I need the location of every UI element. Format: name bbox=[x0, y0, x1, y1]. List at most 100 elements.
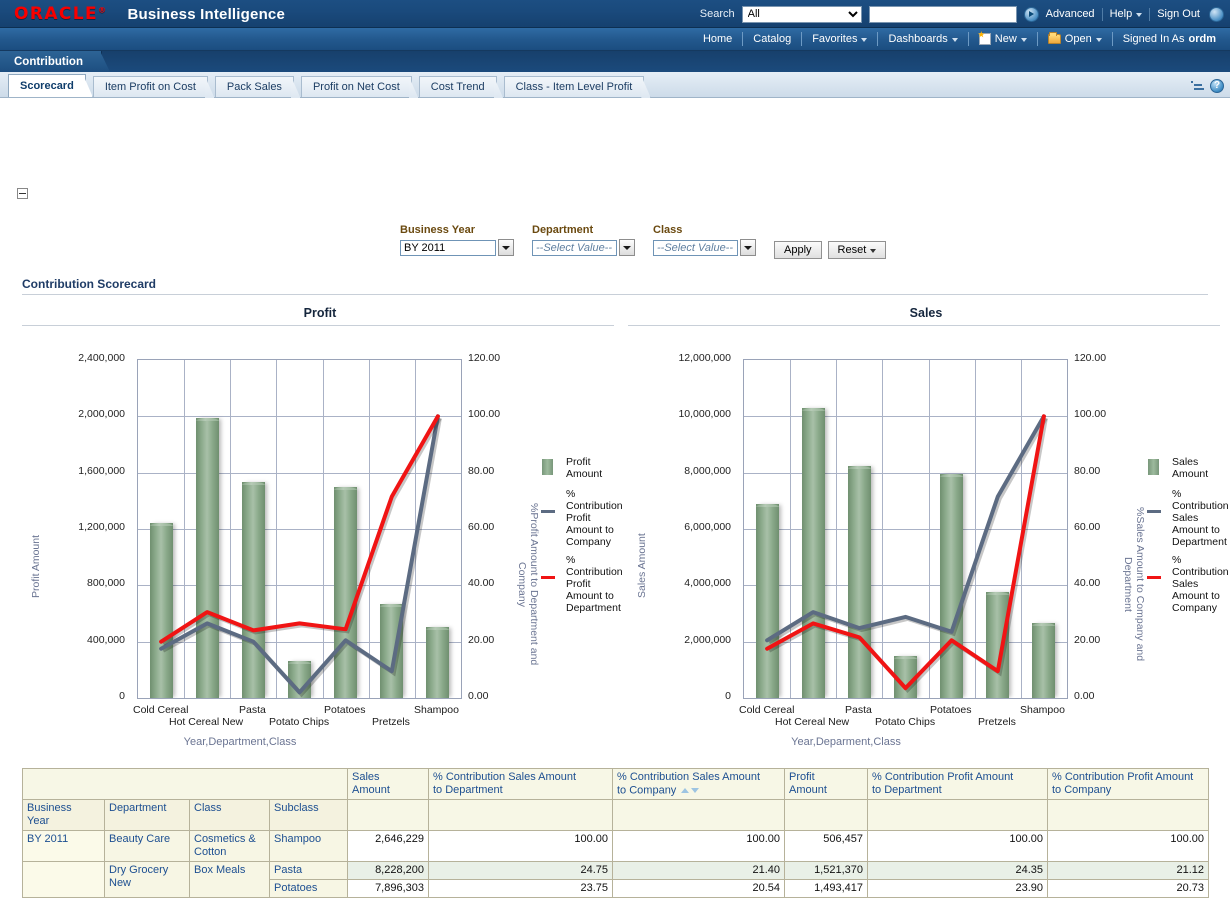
column-header-subclass[interactable]: Subclass bbox=[270, 800, 348, 831]
tab-cost-trend[interactable]: Cost Trend bbox=[419, 76, 497, 97]
cell-pct-profit-to-department: 100.00 bbox=[868, 831, 1048, 862]
nav-catalog-label: Catalog bbox=[753, 33, 791, 45]
cell-subclass[interactable]: Potatoes bbox=[270, 880, 348, 898]
reset-button[interactable]: Reset bbox=[828, 241, 887, 259]
y2-axis-tick: 0.00 bbox=[1074, 690, 1094, 702]
department-input[interactable]: --Select Value-- bbox=[532, 240, 617, 256]
y-axis-tick: 800,000 bbox=[22, 577, 125, 589]
page-options-icon[interactable] bbox=[1191, 80, 1205, 92]
cell-class[interactable]: Box Meals bbox=[190, 862, 270, 898]
x-axis-labels: Cold CerealHot Cereal NewPastaPotato Chi… bbox=[22, 704, 542, 738]
legend-bar-swatch bbox=[542, 459, 553, 475]
column-header-pct-profit-to-department[interactable]: % Contribution Profit Amountto Departmen… bbox=[868, 769, 1048, 800]
help-icon[interactable]: ? bbox=[1210, 79, 1224, 93]
sign-out-link[interactable]: Sign Out bbox=[1157, 8, 1200, 20]
chart-line[interactable] bbox=[767, 416, 1044, 688]
cell-profit-amount: 1,493,417 bbox=[785, 880, 868, 898]
column-header-pct-sales-to-company[interactable]: % Contribution Sales Amountto Company bbox=[613, 769, 785, 800]
column-header-sales-amount[interactable]: SalesAmount bbox=[348, 769, 429, 800]
tab-label: Item Profit on Cost bbox=[105, 81, 196, 93]
legend-label: % Contribution Profit Amount to Departme… bbox=[566, 554, 623, 614]
cell-department[interactable]: Beauty Care bbox=[105, 831, 190, 862]
folder-icon bbox=[1048, 34, 1061, 44]
help-menu[interactable]: Help bbox=[1110, 8, 1143, 20]
nav-catalog[interactable]: Catalog bbox=[743, 28, 801, 51]
nav-favorites[interactable]: Favorites bbox=[802, 28, 877, 51]
tab-label: Profit on Net Cost bbox=[313, 81, 400, 93]
department-dropdown-button[interactable] bbox=[619, 239, 635, 256]
y-axis-tick: 2,000,000 bbox=[22, 408, 125, 420]
chart-line[interactable] bbox=[161, 416, 438, 692]
column-header-profit-amount[interactable]: ProfitAmount bbox=[785, 769, 868, 800]
column-header-department[interactable]: Department bbox=[105, 800, 190, 831]
y2-axis-tick: 120.00 bbox=[1074, 352, 1106, 364]
business-year-input[interactable]: BY 2011 bbox=[400, 240, 496, 256]
column-header-pct-sales-to-department[interactable]: % Contribution Sales Amountto Department bbox=[429, 769, 613, 800]
business-year-dropdown-button[interactable] bbox=[498, 239, 514, 256]
collapse-minus-icon[interactable] bbox=[17, 188, 28, 199]
signed-in-as[interactable]: Signed In As ordm bbox=[1113, 28, 1226, 51]
chart-line[interactable] bbox=[767, 416, 1044, 640]
y2-axis-tick: 40.00 bbox=[1074, 577, 1100, 589]
cell-pct-sales-to-department: 100.00 bbox=[429, 831, 613, 862]
legend-item-pct-sales-to-company[interactable]: % Contribution Sales Amount to Company bbox=[1146, 554, 1224, 614]
x-axis-tick: Hot Cereal New bbox=[775, 716, 849, 728]
prompt-label: Class bbox=[653, 224, 756, 236]
search-input[interactable] bbox=[869, 6, 1017, 23]
tab-scorecard[interactable]: Scorecard bbox=[8, 74, 86, 97]
dashboard-tab-contribution[interactable]: Contribution bbox=[0, 51, 102, 72]
legend-item-pct-profit-to-company[interactable]: % Contribution Profit Amount to Company bbox=[540, 488, 618, 548]
dashboard-tab-strip: Contribution bbox=[0, 51, 1230, 72]
chevron-down-icon bbox=[502, 246, 510, 250]
cell-pct-profit-to-department: 24.35 bbox=[868, 862, 1048, 880]
cell-business-year[interactable]: BY 2011 bbox=[23, 831, 105, 862]
cell-pct-profit-to-company: 100.00 bbox=[1048, 831, 1209, 862]
user-status-icon[interactable] bbox=[1209, 7, 1224, 22]
legend-item-pct-sales-to-department[interactable]: % Contribution Sales Amount to Departmen… bbox=[1146, 488, 1224, 548]
cell-department[interactable]: Dry GroceryNew bbox=[105, 862, 190, 898]
go-arrow-icon bbox=[1029, 11, 1034, 17]
nav-open[interactable]: Open bbox=[1038, 28, 1112, 51]
y2-axis-tick: 40.00 bbox=[468, 577, 494, 589]
legend-item-pct-profit-to-department[interactable]: % Contribution Profit Amount to Departme… bbox=[540, 554, 618, 614]
cell-pct-profit-to-company: 20.73 bbox=[1048, 880, 1209, 898]
search-go-button[interactable] bbox=[1024, 7, 1039, 22]
oracle-logo-text: ORACLE bbox=[14, 4, 98, 24]
tab-pack-sales[interactable]: Pack Sales bbox=[215, 76, 294, 97]
cell-class[interactable]: Cosmetics &Cotton bbox=[190, 831, 270, 862]
class-dropdown-button[interactable] bbox=[740, 239, 756, 256]
x-axis-tick: Pasta bbox=[845, 704, 872, 716]
legend-item-profit-amount[interactable]: Profit Amount bbox=[540, 456, 618, 482]
column-header-business-year[interactable]: BusinessYear bbox=[23, 800, 105, 831]
tab-item-profit-on-cost[interactable]: Item Profit on Cost bbox=[93, 76, 208, 97]
page-title: Contribution Scorecard bbox=[22, 277, 156, 291]
cell-subclass[interactable]: Shampoo bbox=[270, 831, 348, 862]
tab-label: Scorecard bbox=[20, 80, 74, 92]
column-header-pct-profit-to-company[interactable]: % Contribution Profit Amountto Company bbox=[1048, 769, 1209, 800]
nav-dashboards[interactable]: Dashboards bbox=[878, 28, 967, 51]
sort-arrows-icon[interactable] bbox=[680, 784, 700, 797]
chevron-down-icon bbox=[744, 246, 752, 250]
table-row[interactable]: BY 2011 Beauty Care Cosmetics &Cotton Sh… bbox=[23, 831, 1209, 862]
tab-class-item-level-profit[interactable]: Class - Item Level Profit bbox=[504, 76, 645, 97]
reset-label: Reset bbox=[838, 244, 867, 256]
class-input[interactable]: --Select Value-- bbox=[653, 240, 738, 256]
chart-lines bbox=[138, 360, 461, 698]
apply-button[interactable]: Apply bbox=[774, 241, 822, 259]
tab-profit-on-net-cost[interactable]: Profit on Net Cost bbox=[301, 76, 412, 97]
nav-new[interactable]: New bbox=[969, 28, 1037, 51]
chart-line[interactable] bbox=[161, 416, 438, 641]
current-user: ordm bbox=[1189, 33, 1217, 45]
y2-axis-tick: 100.00 bbox=[1074, 408, 1106, 420]
cell-subclass[interactable]: Pasta bbox=[270, 862, 348, 880]
y-axis-tick: 2,000,000 bbox=[628, 634, 731, 646]
cell-business-year[interactable] bbox=[23, 862, 105, 898]
table-row[interactable]: Dry GroceryNew Box Meals Pasta 8,228,200… bbox=[23, 862, 1209, 880]
x-axis-tick: Pretzels bbox=[372, 716, 410, 728]
search-scope-select[interactable]: All bbox=[742, 6, 862, 23]
legend-item-sales-amount[interactable]: Sales Amount bbox=[1146, 456, 1224, 482]
advanced-link[interactable]: Advanced bbox=[1046, 8, 1095, 20]
nav-home[interactable]: Home bbox=[693, 28, 742, 51]
column-header-class[interactable]: Class bbox=[190, 800, 270, 831]
chart-line-shadow bbox=[769, 418, 1046, 690]
